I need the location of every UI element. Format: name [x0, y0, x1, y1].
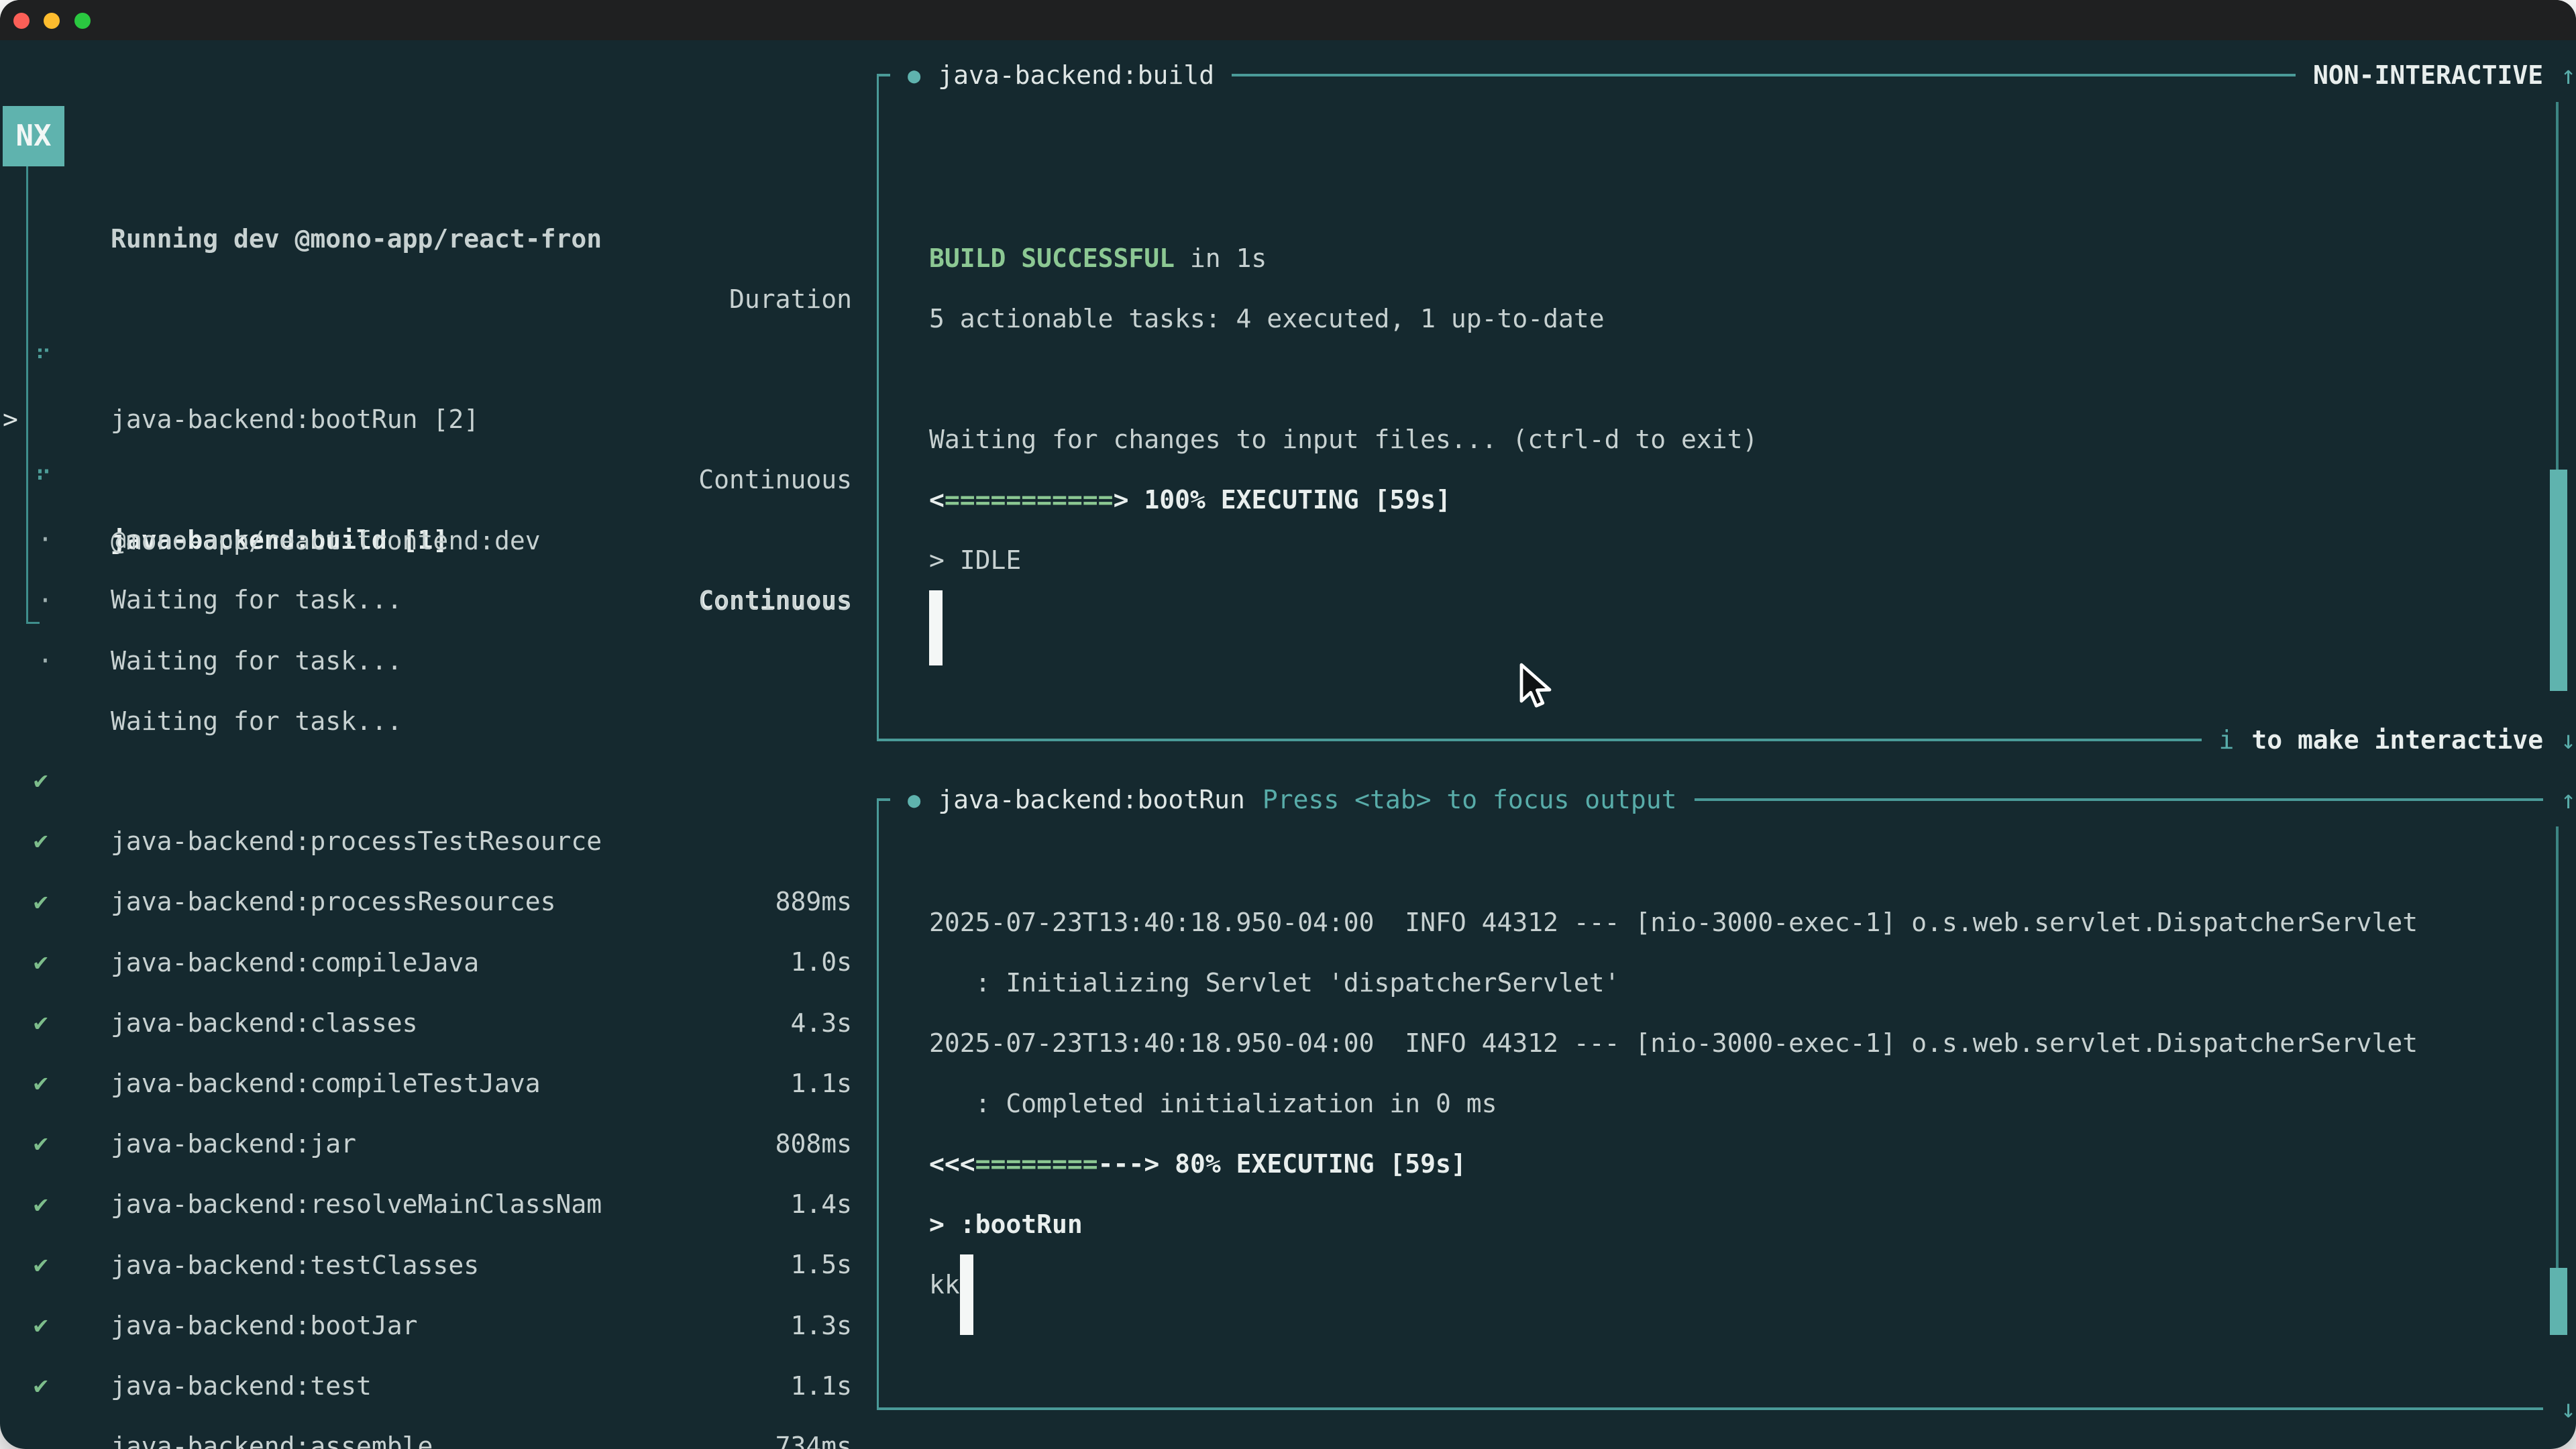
waiting-label: Waiting for task...	[111, 631, 402, 691]
progress-right-cap: >	[1114, 485, 1129, 515]
panel-title: java-backend:build	[938, 60, 1214, 90]
log-line: 2025-07-23T13:40:18.950-04:00 INFO 44312…	[929, 1013, 2418, 1073]
completed-task-row[interactable]: ✔ java-backend:testClasses 1.3s	[0, 1114, 899, 1175]
scroll-up-icon[interactable]: ↑	[2561, 60, 2576, 90]
terminal-cursor	[929, 590, 943, 665]
completed-task-row[interactable]: ✔ java-backend:assemble 774ms	[0, 1295, 899, 1356]
minimize-button[interactable]	[44, 13, 60, 29]
waiting-for-changes-line: Waiting for changes to input files... (c…	[929, 409, 1758, 470]
completed-task-row[interactable]: ✔ java-backend:test 734ms	[0, 1235, 899, 1295]
task-list-sidebar: NX Running dev @mono-app/react-fron Dura…	[0, 40, 899, 1449]
build-panel-footer: i to make interactive ↓	[877, 720, 2576, 760]
task-row-frontend-dev[interactable]: ⠋ @mono-app/react-frontend:dev Continuou…	[0, 390, 899, 450]
task-row-bootrun[interactable]: ⠋ java-backend:bootRun [2] Continuous	[0, 268, 899, 329]
task-bullet-icon: ●	[908, 62, 920, 88]
completed-task-row[interactable]: ✔ java-backend:classes 1.1s	[0, 872, 899, 932]
build-successful-text: BUILD SUCCESSFUL	[929, 244, 1175, 273]
terminal-cursor	[960, 1254, 973, 1335]
completed-task-row[interactable]: ✔ java-backend:compileJava 4.3s	[0, 812, 899, 872]
close-button[interactable]	[13, 13, 30, 29]
scroll-down-icon[interactable]: ↓	[2561, 1394, 2576, 1424]
interactive-hint-key: i	[2219, 725, 2235, 755]
interactive-hint-text: to make interactive	[2251, 725, 2543, 755]
border-line	[1695, 798, 2544, 801]
completed-task-row[interactable]: ✔ java-backend:resolveMainClassNam 1.5s	[0, 1053, 899, 1114]
log-line: : Initializing Servlet 'dispatcherServle…	[929, 953, 1620, 1013]
waiting-task-row: · Waiting for task...	[0, 449, 899, 509]
border-stub	[877, 74, 890, 76]
bootrun-panel-header: ● java-backend:bootRun Press <tab> to fo…	[877, 780, 2576, 820]
mouse-cursor	[1517, 663, 1562, 714]
completed-task-row[interactable]: ✔ java-backend:jar 1.4s	[0, 993, 899, 1053]
progress-label: 100% EXECUTING [59s]	[1128, 485, 1450, 515]
waiting-task-row: · Waiting for task...	[0, 510, 899, 570]
completed-task-row[interactable]: ✔ java-backend:bootJar 1.1s	[0, 1175, 899, 1235]
scroll-down-icon[interactable]: ↓	[2561, 725, 2576, 755]
progress-bar-fill: ===========	[945, 485, 1114, 515]
idle-status-line: > IDLE	[929, 530, 1021, 590]
actionable-tasks-line: 5 actionable tasks: 4 executed, 1 up-to-…	[929, 288, 1605, 349]
task-bullet-icon: ●	[908, 787, 920, 812]
bootrun-panel-footer: ↓	[877, 1389, 2576, 1429]
zoom-button[interactable]	[74, 13, 91, 29]
panel-left-border	[877, 75, 879, 741]
focus-output-hint: Press <tab> to focus output	[1263, 785, 1677, 814]
progress-label: 80% EXECUTING [59s]	[1159, 1149, 1466, 1179]
progress-bar-fill: ========	[975, 1149, 1098, 1179]
build-time-text: in 1s	[1175, 244, 1267, 273]
progress-left-cap: <	[929, 485, 945, 515]
border-stub	[877, 798, 890, 801]
task-duration: 1.1s	[790, 1356, 852, 1416]
scrollbar-thumb[interactable]	[2550, 470, 2567, 691]
build-output-panel[interactable]: ● java-backend:build NON-INTERACTIVE ↑ B…	[877, 75, 2576, 741]
run-command-title: Running dev @mono-app/react-fron	[111, 209, 602, 269]
typed-input[interactable]: kk	[929, 1254, 960, 1315]
bootrun-progress-bar: <<<========---> 80% EXECUTING [59s]	[929, 1134, 1466, 1194]
scrollbar-thumb[interactable]	[2550, 1268, 2567, 1335]
completed-task-row[interactable]: ✔ java-backend:processResources 1.0s	[0, 751, 899, 811]
progress-dashes: ---	[1098, 1149, 1144, 1179]
panel-title: java-backend:bootRun	[938, 785, 1245, 814]
non-interactive-badge: NON-INTERACTIVE	[2313, 60, 2543, 90]
waiting-task-row: · Waiting for task...	[0, 570, 899, 631]
log-line: : Completed initialization in 0 ms	[929, 1073, 1497, 1134]
build-progress-bar: <===========> 100% EXECUTING [59s]	[929, 470, 1451, 530]
progress-right-cap: >	[1144, 1149, 1159, 1179]
bootrun-output-panel[interactable]: ● java-backend:bootRun Press <tab> to fo…	[877, 800, 2576, 1409]
scroll-up-icon[interactable]: ↑	[2561, 785, 2576, 814]
border-line	[1232, 74, 2296, 76]
titlebar	[0, 0, 2576, 40]
progress-left-cap: <<<	[929, 1149, 975, 1179]
scrollbar-track[interactable]	[2556, 102, 2559, 470]
gradle-prompt-line: > :bootRun	[929, 1194, 1083, 1254]
task-name: java-backend:test	[111, 1356, 372, 1416]
completed-task-row[interactable]: ✔ java-backend:processTestResource 889ms	[0, 690, 899, 751]
completed-task-row[interactable]: ✔ java-backend:compileTestJava 808ms	[0, 932, 899, 993]
sidebar-footer: ← 1/2 → quit: q help: ?	[0, 1415, 899, 1449]
panel-left-border	[877, 800, 879, 1409]
log-line: 2025-07-23T13:40:18.950-04:00 INFO 44312…	[929, 892, 2418, 953]
build-panel-header: ● java-backend:build NON-INTERACTIVE ↑	[877, 55, 2576, 95]
border-line	[877, 1407, 2543, 1410]
scrollbar-track[interactable]	[2556, 826, 2559, 1268]
task-row-build-selected[interactable]: > ⠋ java-backend:build [1] Continuous	[0, 329, 899, 389]
sidebar-header: Running dev @mono-app/react-fron Duratio…	[0, 148, 899, 209]
border-line	[877, 739, 2202, 741]
pending-dot-icon: ·	[38, 631, 53, 691]
terminal-window: NX Running dev @mono-app/react-fron Dura…	[0, 0, 2576, 1449]
check-icon: ✔	[34, 1356, 48, 1416]
